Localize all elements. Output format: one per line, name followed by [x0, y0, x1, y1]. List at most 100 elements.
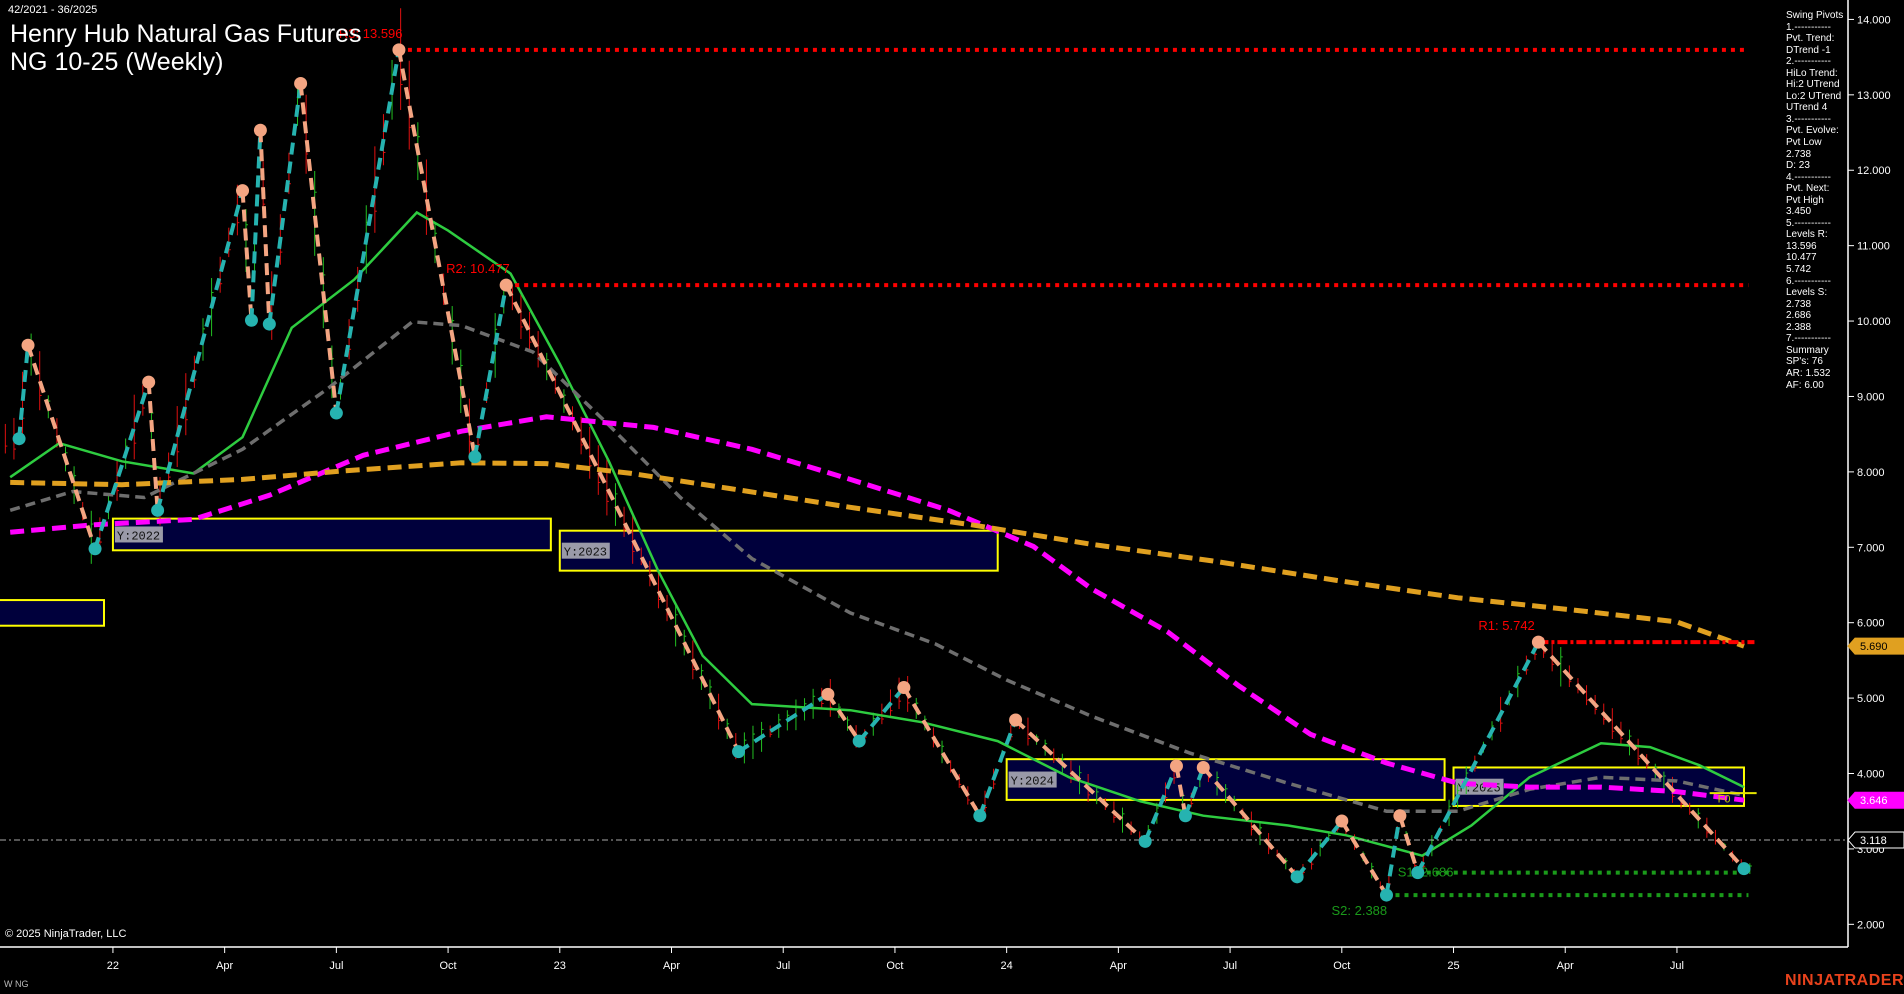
y-tick-label: 10.000 [1857, 316, 1891, 328]
panel-line: 10.477 [1786, 252, 1817, 264]
y-tick-label: 8.000 [1857, 467, 1885, 479]
swing-leg [826, 693, 861, 743]
panel-line: Lo:2 UTrend [1786, 90, 1842, 102]
level-label: R2: 10.477 [446, 261, 510, 276]
swing-leg [17, 345, 31, 439]
y-tick-label: 6.000 [1857, 618, 1885, 630]
swing-leg [258, 130, 272, 325]
date-range: 42/2021 - 36/2025 [8, 4, 98, 16]
y-tick-label: 14.000 [1857, 14, 1891, 26]
panel-line: DTrend -1 [1786, 44, 1831, 56]
year-box [111, 517, 552, 552]
swing-high-marker [1531, 635, 1545, 649]
panel-line: UTrend 4 [1786, 102, 1828, 114]
x-tick-label: 25 [1447, 960, 1459, 972]
swing-low-marker [1737, 862, 1751, 876]
panel-line: 2.----------- [1786, 56, 1831, 68]
panel-line: Swing Pivots [1786, 10, 1844, 21]
swing-leg [1415, 641, 1541, 874]
level-label: S2: 2.388 [1331, 903, 1387, 918]
swing-high-marker [253, 123, 267, 137]
x-tick-label: Jul [1223, 960, 1237, 972]
panel-line: Summary [1786, 344, 1829, 356]
price-chart[interactable]: Y:2022Y:2023Y:2024Y:2025R3: 13.596R2: 10… [0, 0, 1904, 994]
year-box [558, 529, 999, 572]
swing-high-marker [1335, 814, 1349, 828]
plot-area: Y:2022Y:2023Y:2024Y:2025R3: 13.596R2: 10… [0, 8, 1848, 918]
swing-pivots-panel: Swing Pivots 1.----------- Pvt. Trend: DTre… [1786, 10, 1843, 391]
x-tick-label: 24 [1001, 960, 1013, 972]
panel-line: 2.738 [1786, 148, 1812, 160]
x-tick-label: Apr [663, 960, 680, 972]
swing-high-marker [1009, 713, 1023, 727]
year-box-label: Y:2022 [117, 529, 160, 543]
panel-line: Pvt. Next: [1786, 183, 1830, 195]
swing-high-marker [21, 338, 35, 352]
x-tick-label: Apr [1557, 960, 1574, 972]
instrument-label: W NG [4, 979, 29, 989]
swing-high-marker [1393, 809, 1407, 823]
x-tick-label: Oct [886, 960, 903, 972]
swing-low-marker [329, 406, 343, 420]
swing-low-marker [973, 809, 987, 823]
panel-line: 7.----------- [1786, 333, 1831, 345]
y-tick-label: 9.000 [1857, 391, 1885, 403]
swing-low-marker [1379, 888, 1393, 902]
swing-low-marker [1411, 866, 1425, 880]
panel-line: SP's: 76 [1786, 356, 1823, 368]
swing-leg [298, 83, 339, 414]
panel-line: 2.388 [1786, 321, 1812, 333]
panel-line: Pvt. Evolve: [1786, 125, 1839, 137]
panel-line: 5.742 [1786, 264, 1812, 276]
year-box [0, 599, 105, 627]
panel-line: Levels R: [1786, 229, 1828, 241]
swing-high-marker [236, 184, 250, 198]
ninjatrader-logo: NINJATRADER [1785, 972, 1904, 989]
title-contract: NG 10-25 (Weekly) [10, 48, 224, 76]
swing-leg [472, 284, 509, 458]
panel-line: 2.686 [1786, 310, 1812, 322]
swing-low-marker [262, 317, 276, 331]
swing-leg [267, 83, 303, 325]
x-tick-label: Oct [440, 960, 457, 972]
price-tag-label: 3.646 [1860, 795, 1888, 807]
x-tick-label: 23 [554, 960, 566, 972]
chart-title: Henry Hub Natural Gas Futures NG 10-25 (… [10, 20, 362, 76]
year-box-label: Y:2024 [1011, 775, 1054, 789]
panel-line: D: 23 [1786, 160, 1810, 172]
swing-high-marker [897, 681, 911, 695]
x-tick-label: Apr [1110, 960, 1127, 972]
panel-line: 6.----------- [1786, 275, 1831, 287]
x-tick-label: Apr [216, 960, 233, 972]
swing-leg [155, 190, 245, 511]
x-tick-label: Jul [776, 960, 790, 972]
y-tick-label: 13.000 [1857, 90, 1891, 102]
fib-label: F0 [1718, 794, 1731, 806]
panel-line: 2.738 [1786, 298, 1812, 310]
swing-high-marker [1169, 759, 1183, 773]
swing-leg [1340, 819, 1389, 897]
y-tick-label: 5.000 [1857, 693, 1885, 705]
panel-line: 3.----------- [1786, 113, 1831, 125]
x-tick-label: Oct [1333, 960, 1350, 972]
swing-low-marker [88, 542, 102, 556]
level-label: R1: 5.742 [1478, 618, 1534, 633]
x-tick-label: 22 [107, 960, 119, 972]
swing-leg [396, 49, 477, 458]
swing-leg [240, 190, 254, 321]
panel-line: Pvt. Trend: [1786, 33, 1835, 45]
panel-line: Pvt High [1786, 194, 1824, 206]
price-tag-label: 5.690 [1860, 641, 1888, 653]
swing-high-marker [499, 278, 513, 292]
swing-leg [249, 130, 263, 321]
y-tick-label: 2.000 [1857, 919, 1885, 931]
y-tick-label: 11.000 [1857, 241, 1890, 253]
x-tick-label: Jul [1670, 960, 1684, 972]
swing-low-marker [244, 313, 258, 327]
y-tick-label: 7.000 [1857, 542, 1885, 554]
swing-low-marker [468, 450, 482, 464]
swing-low-marker [852, 734, 866, 748]
x-tick-label: Jul [329, 960, 343, 972]
copyright: © 2025 NinjaTrader, LLC [5, 928, 127, 940]
panel-line: 13.596 [1786, 240, 1817, 252]
